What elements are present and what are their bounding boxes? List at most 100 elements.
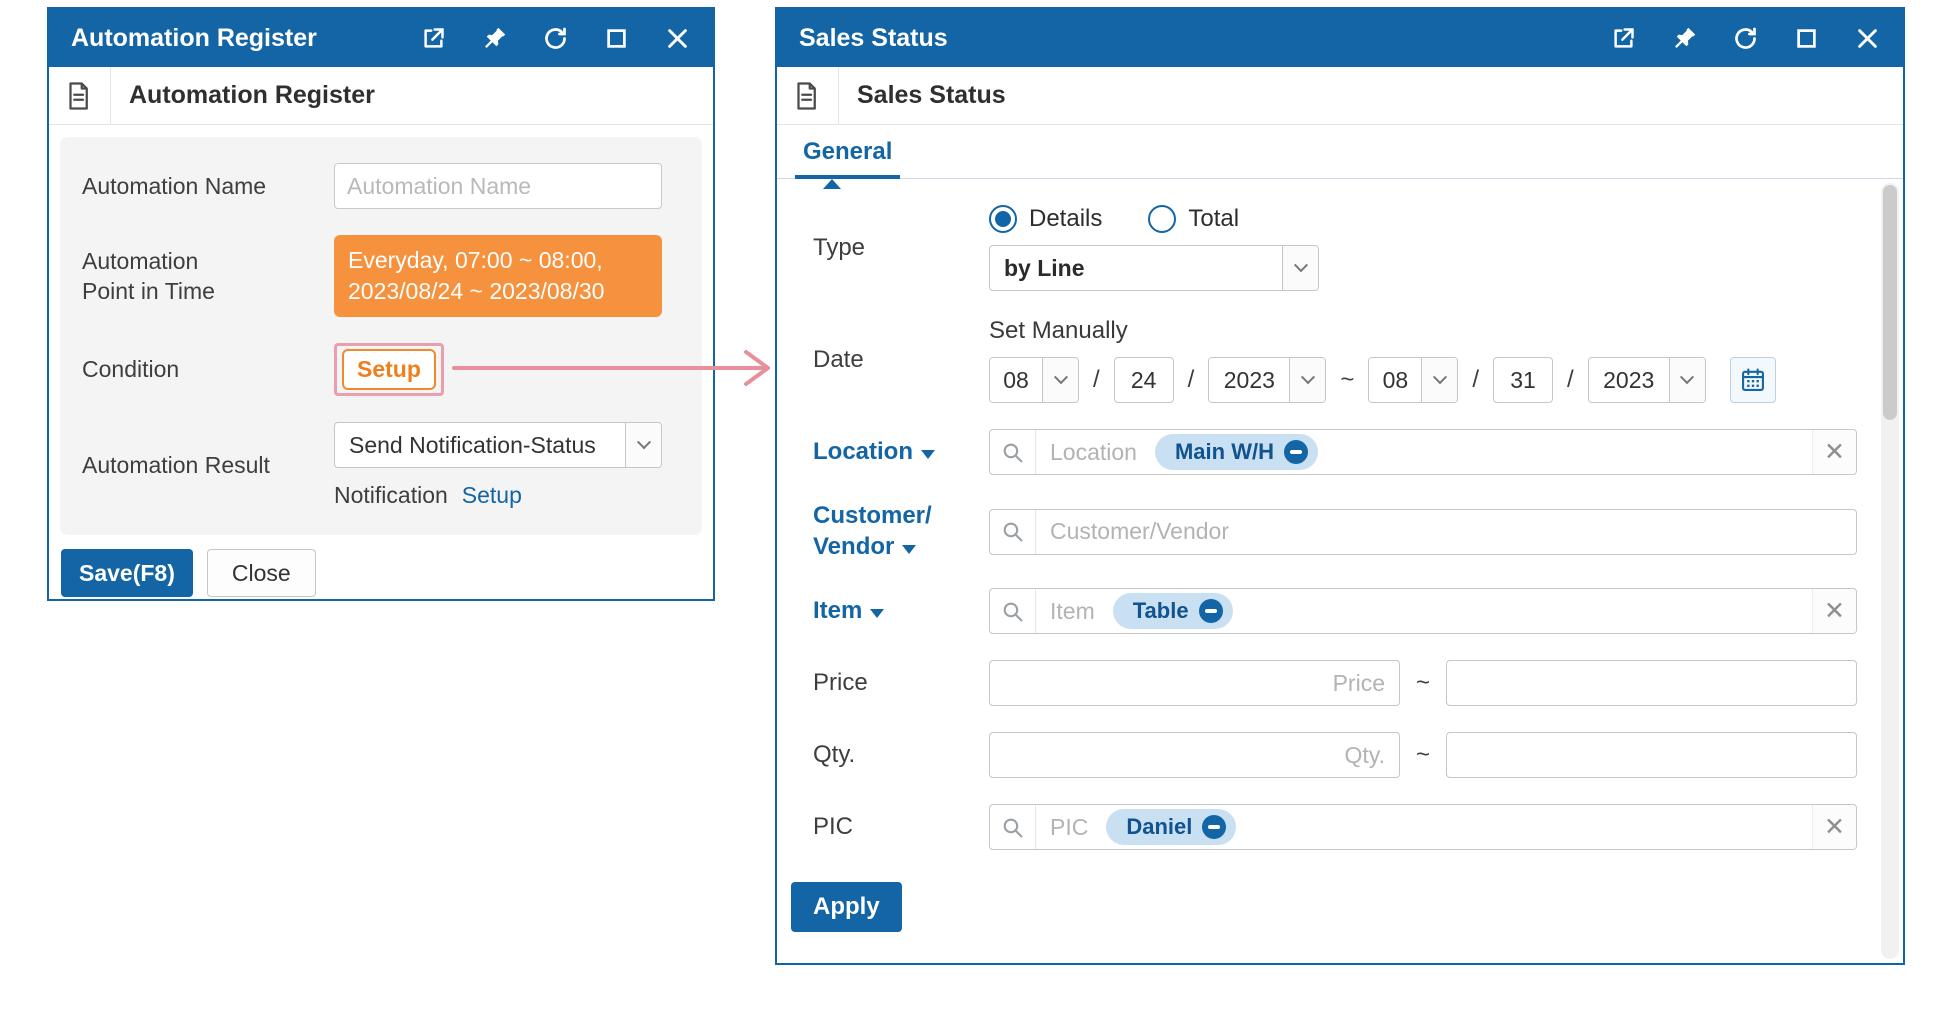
tag-label: Daniel <box>1126 814 1192 840</box>
clear-icon[interactable] <box>1812 589 1856 633</box>
window-title: Sales Status <box>799 24 1610 53</box>
location-search-input[interactable]: Location Main W/H <box>989 429 1857 475</box>
scrollbar-thumb[interactable] <box>1883 185 1897 420</box>
placeholder-text: Customer/Vendor <box>1050 518 1229 545</box>
pic-row: PIC PIC Daniel <box>777 804 1903 850</box>
radio-unselected-icon <box>1148 205 1176 233</box>
notification-line: Notification Setup <box>334 482 662 509</box>
location-row: Location Location Main W/H <box>777 429 1903 475</box>
placeholder-text: Item <box>1050 598 1095 625</box>
automation-result-label: Automation Result <box>82 450 334 480</box>
annotation-arrow <box>452 345 782 391</box>
price-from-input[interactable] <box>989 660 1400 706</box>
item-label[interactable]: Item <box>813 596 989 627</box>
titlebar-icons <box>1610 25 1881 52</box>
close-icon[interactable] <box>1854 25 1881 52</box>
save-button[interactable]: Save(F8) <box>61 549 193 597</box>
calendar-button[interactable] <box>1730 357 1776 403</box>
date-separator: / <box>1472 366 1479 394</box>
automation-name-input[interactable] <box>334 163 662 209</box>
price-to-input[interactable] <box>1446 660 1857 706</box>
date-separator: / <box>1567 366 1574 394</box>
qty-from-input[interactable] <box>989 732 1400 778</box>
date-separator: / <box>1093 366 1100 394</box>
automation-name-label: Automation Name <box>82 171 334 201</box>
open-new-window-icon[interactable] <box>1610 25 1637 52</box>
from-month-input[interactable] <box>990 358 1042 402</box>
maximize-icon[interactable] <box>603 25 630 52</box>
chevron-down-icon[interactable] <box>1042 358 1078 402</box>
to-month-input[interactable] <box>1369 358 1421 402</box>
search-icon <box>990 805 1036 849</box>
from-year-select[interactable] <box>1208 357 1326 403</box>
price-range: ~ <box>989 660 1857 706</box>
radio-selected-icon <box>989 205 1017 233</box>
type-by-line-select[interactable]: by Line <box>989 245 1319 291</box>
calendar-icon <box>1739 366 1767 394</box>
tag-label: Main W/H <box>1175 439 1274 465</box>
selected-option: by Line <box>990 255 1282 282</box>
document-icon <box>791 67 839 124</box>
close-icon[interactable] <box>664 25 691 52</box>
item-search-input[interactable]: Item Table <box>989 588 1857 634</box>
refresh-icon[interactable] <box>1732 25 1759 52</box>
customer-vendor-search-input[interactable]: Customer/Vendor <box>989 509 1857 555</box>
point-in-time-value[interactable]: Everyday, 07:00 ~ 08:00, 2023/08/24 ~ 20… <box>334 235 662 317</box>
dropdown-caret-icon <box>870 609 884 618</box>
customer-vendor-label[interactable]: Customer/ Vendor <box>813 501 989 562</box>
pic-search-input[interactable]: PIC Daniel <box>989 804 1857 850</box>
dropdown-caret-icon <box>902 545 916 554</box>
automation-result-row: Automation Result Send Notification-Stat… <box>82 422 680 509</box>
price-label: Price <box>813 668 989 699</box>
sales-titlebar: Sales Status <box>777 9 1903 67</box>
placeholder-text: PIC <box>1050 814 1088 841</box>
to-year-input[interactable] <box>1589 358 1669 402</box>
notification-setup-link[interactable]: Setup <box>462 482 522 509</box>
qty-range: ~ <box>989 732 1857 778</box>
automation-result-controls: Send Notification-Status Notification Se… <box>334 422 662 509</box>
location-tag: Main W/H <box>1155 434 1318 470</box>
remove-tag-icon[interactable] <box>1202 815 1226 839</box>
pin-icon[interactable] <box>481 25 508 52</box>
automation-result-select[interactable]: Send Notification-Status <box>334 422 662 468</box>
type-label: Type <box>813 233 989 264</box>
automation-titlebar: Automation Register <box>49 9 713 67</box>
point-in-time-label: Automation Point in Time <box>82 246 334 307</box>
chevron-down-icon[interactable] <box>1282 246 1318 290</box>
chevron-down-icon[interactable] <box>1421 358 1457 402</box>
range-tilde: ~ <box>1416 741 1430 769</box>
date-mode-label: Set Manually <box>989 317 1857 345</box>
to-year-select[interactable] <box>1588 357 1706 403</box>
date-separator: / <box>1188 366 1195 394</box>
chevron-down-icon[interactable] <box>625 423 661 467</box>
window-title: Automation Register <box>71 24 420 53</box>
close-button[interactable]: Close <box>207 549 316 597</box>
point-in-time-row: Automation Point in Time Everyday, 07:00… <box>82 235 680 317</box>
scrollbar[interactable] <box>1881 183 1899 959</box>
from-month-select[interactable] <box>989 357 1079 403</box>
from-year-input[interactable] <box>1209 358 1289 402</box>
radio-details[interactable]: Details <box>989 205 1102 233</box>
automation-form: Automation Name Automation Point in Time… <box>60 137 702 535</box>
qty-to-input[interactable] <box>1446 732 1857 778</box>
open-new-window-icon[interactable] <box>420 25 447 52</box>
maximize-icon[interactable] <box>1793 25 1820 52</box>
location-label[interactable]: Location <box>813 437 989 468</box>
chevron-down-icon[interactable] <box>1289 358 1325 402</box>
to-month-select[interactable] <box>1368 357 1458 403</box>
clear-icon[interactable] <box>1812 805 1856 849</box>
to-day-input[interactable] <box>1493 357 1553 403</box>
automation-footer: Save(F8) Close <box>49 535 713 613</box>
apply-button[interactable]: Apply <box>791 882 902 932</box>
radio-total[interactable]: Total <box>1148 205 1239 233</box>
chevron-down-icon[interactable] <box>1669 358 1705 402</box>
pin-icon[interactable] <box>1671 25 1698 52</box>
condition-setup-button[interactable]: Setup <box>342 349 436 390</box>
refresh-icon[interactable] <box>542 25 569 52</box>
remove-tag-icon[interactable] <box>1284 440 1308 464</box>
sales-content: Type Details Total by Line <box>777 179 1903 963</box>
clear-icon[interactable] <box>1812 430 1856 474</box>
from-day-input[interactable] <box>1114 357 1174 403</box>
remove-tag-icon[interactable] <box>1199 599 1223 623</box>
tab-general[interactable]: General <box>795 138 900 178</box>
